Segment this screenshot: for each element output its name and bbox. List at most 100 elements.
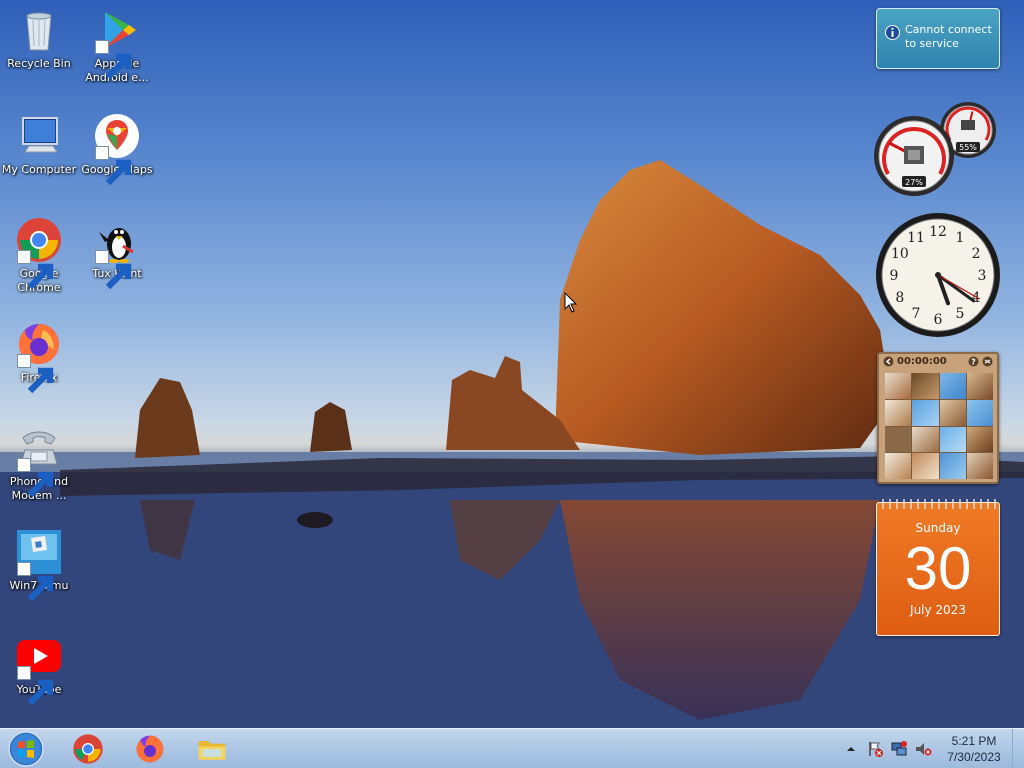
tux-penguin-icon (93, 216, 141, 290)
taskbar-firefox[interactable] (124, 731, 176, 767)
puzzle-tile[interactable] (912, 453, 939, 479)
puzzle-tile[interactable] (912, 426, 939, 453)
taskbar: 5:21 PM 7/30/2023 (0, 728, 1024, 768)
taskbar-file-explorer[interactable] (186, 731, 238, 767)
computer-icon (15, 112, 63, 160)
notification-line1: Cannot connect (905, 23, 992, 36)
google-maps-icon (93, 112, 141, 186)
windows-logo-icon (8, 731, 44, 767)
notification-gadget[interactable]: Cannot connect to service (876, 8, 1000, 69)
taskbar-clock[interactable]: 5:21 PM 7/30/2023 (936, 733, 1012, 765)
puzzle-tile[interactable] (912, 373, 939, 399)
firefox-icon (15, 320, 63, 394)
puzzle-shuffle-icon[interactable] (982, 356, 993, 367)
puzzle-back-icon[interactable] (883, 356, 894, 367)
notification-line2: to service (905, 37, 959, 50)
wallpaper-scene (0, 160, 1024, 728)
svg-text:?: ? (971, 358, 976, 367)
desktop-icon-google-chrome[interactable]: Google Chrome (0, 216, 78, 295)
clock-numeral: 8 (895, 290, 904, 306)
shortcut-arrow-icon (17, 458, 54, 498)
show-desktop-button[interactable] (1012, 729, 1024, 768)
puzzle-tile[interactable] (966, 453, 993, 479)
desktop-icon-win7-simu[interactable]: Win7 Simu (0, 528, 78, 602)
firefox-icon (136, 735, 164, 763)
sea-stack-mid (310, 402, 352, 452)
youtube-icon (15, 632, 63, 706)
chrome-icon (73, 734, 103, 764)
puzzle-empty-slot (885, 426, 912, 453)
calendar-day-number: 30 (904, 535, 972, 602)
start-button[interactable] (6, 730, 46, 768)
puzzle-tile[interactable] (966, 426, 993, 453)
puzzle-toolbar: 00:00:00 ? (879, 354, 997, 370)
action-center-flag-icon[interactable] (866, 740, 884, 758)
desktop-icon-apps-de-android[interactable]: Apps de Android e... (78, 6, 156, 85)
puzzle-tile[interactable] (885, 373, 912, 399)
analog-clock: 12 12 3 45678 9 1011 (876, 213, 1000, 337)
clock-numeral: 6 (934, 312, 943, 328)
shortcut-arrow-icon (95, 40, 132, 80)
shortcut-arrow-icon (95, 146, 132, 186)
shortcut-arrow-icon (17, 250, 54, 290)
cpu-percent-label: 27% (905, 178, 923, 187)
calendar-weekday: Sunday (915, 521, 961, 535)
shortcut-arrow-icon (17, 666, 54, 706)
desktop-icon-recycle-bin[interactable]: Recycle Bin (0, 6, 78, 71)
puzzle-help-icon[interactable]: ? (968, 356, 979, 367)
puzzle-tile[interactable] (885, 453, 912, 479)
clock-numeral: 7 (912, 306, 921, 322)
puzzle-tile[interactable] (939, 373, 966, 399)
google-play-icon (93, 6, 141, 80)
clock-numeral: 12 (929, 224, 947, 240)
clock-gadget[interactable]: 12 1 2 3 4 5 6 7 8 9 10 11 (874, 211, 1002, 339)
picture-puzzle-gadget[interactable]: 00:00:00 ? (877, 352, 999, 484)
show-hidden-icons-chevron-icon[interactable] (842, 740, 860, 758)
system-tray (842, 737, 932, 761)
puzzle-grid (885, 373, 993, 479)
clock-numeral: 1 (956, 230, 965, 246)
mouse-cursor-icon (564, 292, 578, 313)
cpu-meter-dials: 55% 27% (874, 102, 996, 196)
desktop-icon-phone-and-modem[interactable]: Phone and Modem ... (0, 424, 78, 503)
file-explorer-icon (198, 741, 226, 760)
puzzle-tile[interactable] (939, 399, 966, 426)
taskbar-chrome[interactable] (62, 731, 114, 767)
icon-label: Recycle Bin (7, 57, 71, 70)
puzzle-tile[interactable] (939, 426, 966, 453)
win7-simu-icon (15, 528, 63, 602)
clock-numeral: 5 (956, 306, 965, 322)
calendar-spiral (877, 499, 999, 513)
chrome-icon (15, 216, 63, 290)
desktop-icon-youtube[interactable]: YouTube (0, 632, 78, 706)
volume-muted-icon[interactable] (914, 740, 932, 758)
clock-numeral: 11 (907, 230, 925, 246)
recycle-bin-icon (15, 6, 63, 54)
desktop-icon-tux-paint[interactable]: Tux Paint (78, 216, 156, 290)
puzzle-tile[interactable] (966, 373, 993, 399)
desktop-icon-google-maps[interactable]: Google Maps (78, 112, 156, 186)
clock-numeral: 9 (890, 268, 899, 284)
network-icon[interactable] (890, 740, 908, 758)
puzzle-tile[interactable] (966, 399, 993, 426)
taskbar-date: 7/30/2023 (947, 750, 1001, 764)
clock-numeral: 4 (972, 290, 981, 306)
shortcut-arrow-icon (95, 250, 132, 290)
desktop-icon-firefox[interactable]: Firefox (0, 320, 78, 394)
clock-numeral: 10 (891, 246, 909, 262)
cpu-meter-gadget[interactable]: 55% 27% (872, 100, 1000, 198)
puzzle-timer: 00:00:00 (897, 356, 947, 367)
clock-numeral: 3 (978, 268, 987, 284)
clock-numeral: 2 (972, 246, 981, 262)
sea-stack-left (135, 378, 200, 458)
haystack-rock (555, 160, 888, 455)
calendar-gadget[interactable]: Sunday 30 July 2023 (876, 499, 1000, 636)
puzzle-tile[interactable] (939, 453, 966, 479)
icon-label: My Computer (1, 163, 77, 176)
puzzle-tile[interactable] (912, 399, 939, 426)
telephone-icon (15, 424, 63, 498)
shortcut-arrow-icon (17, 562, 54, 602)
puzzle-tile[interactable] (885, 399, 912, 426)
desktop-icon-my-computer[interactable]: My Computer (0, 112, 78, 177)
calendar-month-year: July 2023 (910, 603, 966, 617)
